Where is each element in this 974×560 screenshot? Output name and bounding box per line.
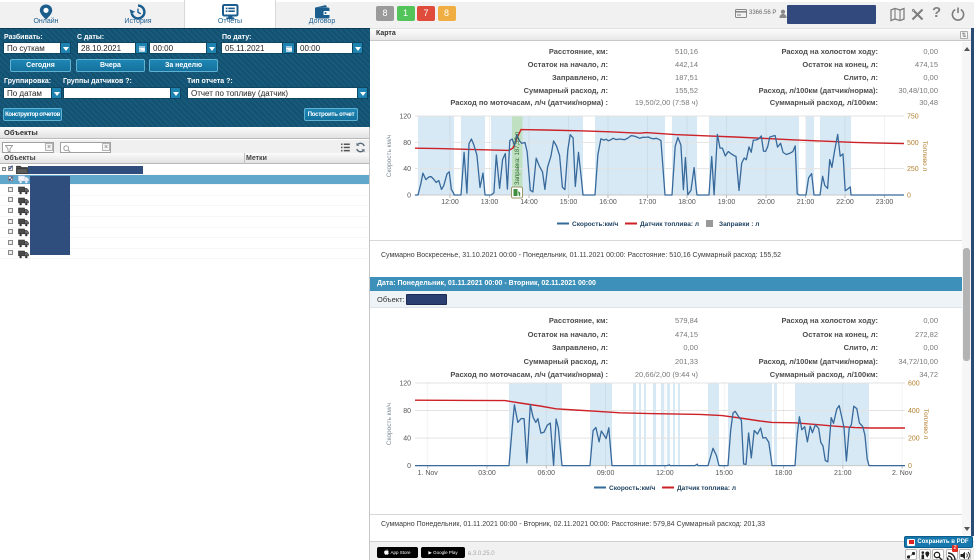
svg-text:0: 0 [907, 193, 911, 200]
svg-text:40: 40 [403, 166, 411, 173]
svg-text:13:00: 13:00 [481, 199, 499, 206]
svg-text:1. Nov: 1. Nov [418, 470, 439, 477]
svg-text:120: 120 [399, 114, 411, 121]
svg-text:Скорость км/ч: Скорость км/ч [386, 135, 393, 177]
svg-text:400: 400 [908, 408, 920, 415]
svg-text:12:00: 12:00 [441, 199, 459, 206]
svg-text:21:00: 21:00 [797, 199, 815, 206]
svg-text:12:00: 12:00 [656, 470, 674, 477]
svg-text:Скорость:км/ч: Скорость:км/ч [572, 221, 619, 228]
svg-text:600: 600 [908, 381, 920, 388]
svg-text:750: 750 [907, 114, 919, 121]
svg-text:16:00: 16:00 [599, 199, 617, 206]
svg-text:21:00: 21:00 [834, 470, 852, 477]
svg-text:Скорость км/ч: Скорость км/ч [386, 403, 393, 445]
svg-text:500: 500 [907, 140, 919, 147]
svg-text:03:00: 03:00 [478, 470, 496, 477]
svg-text:250: 250 [907, 166, 919, 173]
svg-text:06:00: 06:00 [538, 470, 556, 477]
svg-text:40: 40 [403, 436, 411, 443]
svg-text:120: 120 [399, 381, 411, 388]
svg-text:Датчик топлива: л: Датчик топлива: л [640, 221, 699, 228]
svg-text:Заправки : л: Заправки : л [719, 221, 759, 228]
svg-text:19:00: 19:00 [718, 199, 736, 206]
svg-text:14:00: 14:00 [520, 199, 538, 206]
svg-text:18:00: 18:00 [775, 470, 793, 477]
svg-text:Скорость:км/ч: Скорость:км/ч [609, 485, 656, 492]
svg-text:20:00: 20:00 [757, 199, 775, 206]
svg-text:80: 80 [403, 140, 411, 147]
svg-text:0: 0 [407, 193, 411, 200]
svg-text:2. Nov: 2. Nov [892, 470, 913, 477]
svg-text:Топливо л: Топливо л [922, 409, 929, 440]
svg-text:0: 0 [407, 463, 411, 470]
svg-text:17:00: 17:00 [639, 199, 657, 206]
svg-text:80: 80 [403, 408, 411, 415]
svg-text:Заправка: 187,53 л: Заправка: 187,53 л [515, 131, 521, 185]
svg-text:200: 200 [908, 436, 920, 443]
svg-text:18:00: 18:00 [678, 199, 696, 206]
svg-text:Датчик топлива: л: Датчик топлива: л [677, 485, 736, 492]
svg-text:23:00: 23:00 [876, 199, 894, 206]
svg-text:22:00: 22:00 [836, 199, 854, 206]
svg-text:09:00: 09:00 [597, 470, 615, 477]
svg-text:15:00: 15:00 [715, 470, 733, 477]
svg-text:Топливо л: Топливо л [921, 141, 928, 172]
svg-text:15:00: 15:00 [560, 199, 578, 206]
